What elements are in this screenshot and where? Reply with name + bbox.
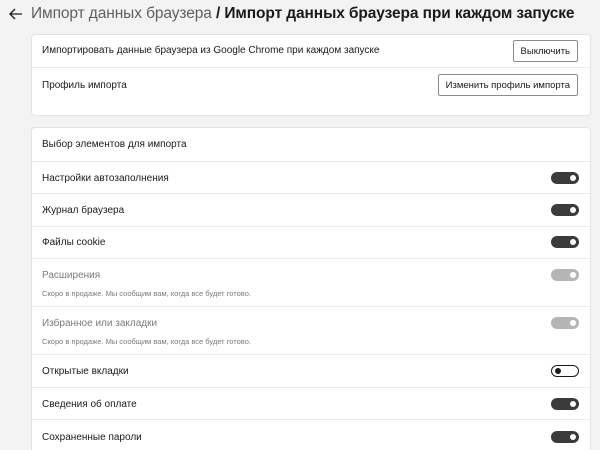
back-arrow-icon[interactable] — [8, 6, 24, 22]
autofill-toggle[interactable] — [551, 172, 579, 184]
item-label: Настройки автозаполнения — [42, 173, 169, 184]
item-label: Избранное или закладки — [42, 318, 158, 329]
coming-soon-note: Скоро в продаже. Мы сообщим вам, когда в… — [42, 337, 251, 346]
turn-off-button[interactable]: Выключить — [512, 40, 578, 62]
toggle-knob — [570, 320, 576, 326]
item-row-passwords: Сохраненные пароли — [32, 419, 590, 450]
toggle-knob — [570, 239, 576, 245]
import-profile-label: Профиль импорта — [42, 80, 127, 91]
import-settings-card: Импортировать данные браузера из Google … — [31, 34, 591, 116]
items-section-heading: Выбор элементов для импорта — [42, 139, 187, 150]
payment-toggle[interactable] — [551, 398, 579, 410]
chrome-import-label: Импортировать данные браузера из Google … — [42, 45, 380, 56]
page-title: Импорт данных браузера / Импорт данных б… — [31, 5, 575, 23]
open-tabs-toggle[interactable] — [551, 365, 579, 377]
extensions-toggle — [551, 269, 579, 281]
item-row-favorites: Избранное или закладки Скоро в продаже. … — [32, 306, 590, 354]
toggle-knob — [570, 401, 576, 407]
favorites-toggle — [551, 317, 579, 329]
item-label: Расширения — [42, 270, 101, 281]
item-row-cookies: Файлы cookie — [32, 226, 590, 258]
item-row-autofill: Настройки автозаполнения — [32, 161, 590, 193]
page-header: Импорт данных браузера / Импорт данных б… — [0, 0, 600, 30]
chrome-import-row: Импортировать данные браузера из Google … — [32, 35, 590, 67]
item-label: Сохраненные пароли — [42, 432, 142, 443]
item-label: Журнал браузера — [42, 205, 125, 216]
passwords-toggle[interactable] — [551, 431, 579, 443]
item-row-history: Журнал браузера — [32, 193, 590, 226]
item-row-open-tabs: Открытые вкладки — [32, 354, 590, 387]
toggle-knob — [555, 368, 561, 374]
toggle-knob — [570, 434, 576, 440]
item-label: Сведения об оплате — [42, 399, 137, 410]
breadcrumb-current: Импорт данных браузера при каждом запуск… — [224, 5, 575, 22]
toggle-knob — [570, 207, 576, 213]
item-row-payment: Сведения об оплате — [32, 387, 590, 419]
toggle-knob — [570, 175, 576, 181]
import-items-card: Выбор элементов для импорта Настройки ав… — [31, 127, 591, 450]
breadcrumb-separator: / — [211, 5, 225, 22]
history-toggle[interactable] — [551, 204, 579, 216]
item-label: Файлы cookie — [42, 237, 106, 248]
breadcrumb-parent[interactable]: Импорт данных браузера — [31, 5, 212, 22]
coming-soon-note: Скоро в продаже. Мы сообщим вам, когда в… — [42, 289, 251, 298]
change-import-profile-button[interactable]: Изменить профиль импорта — [437, 74, 578, 96]
item-row-extensions: Расширения Скоро в продаже. Мы сообщим в… — [32, 258, 590, 306]
cookies-toggle[interactable] — [551, 236, 579, 248]
item-label: Открытые вкладки — [42, 366, 129, 377]
toggle-knob — [570, 272, 576, 278]
import-profile-row: Профиль импорта Изменить профиль импорта — [32, 67, 590, 117]
items-heading-row: Выбор элементов для импорта — [32, 128, 590, 161]
